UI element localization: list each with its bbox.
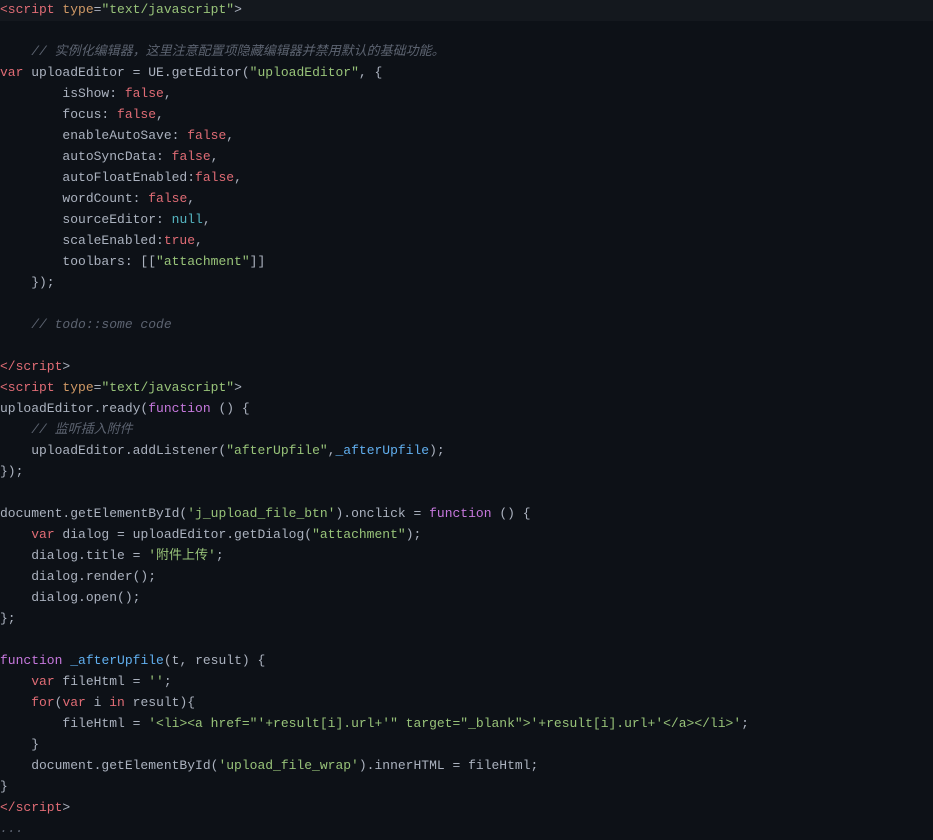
code-line: </script> [0, 357, 933, 378]
line-content: scaleEnabled:true, [0, 231, 925, 252]
code-line: ... [0, 819, 933, 840]
code-line: scaleEnabled:true, [0, 231, 933, 252]
line-content: }); [0, 462, 925, 483]
code-line: autoFloatEnabled:false, [0, 168, 933, 189]
line-content: }); [0, 273, 925, 294]
code-line: uploadEditor.addListener("afterUpfile",_… [0, 441, 933, 462]
code-line: <script type="text/javascript"> [0, 0, 933, 21]
line-content: <script type="text/javascript"> [0, 0, 925, 21]
code-line: document.getElementById('j_upload_file_b… [0, 504, 933, 525]
code-line: var dialog = uploadEditor.getDialog("att… [0, 525, 933, 546]
code-line: }); [0, 462, 933, 483]
code-line: dialog.title = '附件上传'; [0, 546, 933, 567]
line-content: // todo::some code [0, 315, 925, 336]
code-line: document.getElementById('upload_file_wra… [0, 756, 933, 777]
line-content: autoFloatEnabled:false, [0, 168, 925, 189]
line-content: document.getElementById('upload_file_wra… [0, 756, 925, 777]
code-line [0, 483, 933, 504]
line-content: focus: false, [0, 105, 925, 126]
line-content: </script> [0, 357, 925, 378]
line-content: </script> [0, 798, 925, 819]
code-line: uploadEditor.ready(function () { [0, 399, 933, 420]
line-content: var dialog = uploadEditor.getDialog("att… [0, 525, 925, 546]
code-line: sourceEditor: null, [0, 210, 933, 231]
line-content: isShow: false, [0, 84, 925, 105]
line-content: sourceEditor: null, [0, 210, 925, 231]
code-line: // 实例化编辑器，这里注意配置项隐藏编辑器并禁用默认的基础功能。 [0, 42, 933, 63]
code-line [0, 630, 933, 651]
line-content [0, 483, 925, 504]
code-line: dialog.open(); [0, 588, 933, 609]
line-content: var uploadEditor = UE.getEditor("uploadE… [0, 63, 925, 84]
code-line: function _afterUpfile(t, result) { [0, 651, 933, 672]
code-line: fileHtml = '<li><a href="'+result[i].url… [0, 714, 933, 735]
line-content: function _afterUpfile(t, result) { [0, 651, 925, 672]
line-content: fileHtml = '<li><a href="'+result[i].url… [0, 714, 925, 735]
line-content: <script type="text/javascript"> [0, 378, 925, 399]
line-content: var fileHtml = ''; [0, 672, 925, 693]
line-content: for(var i in result){ [0, 693, 925, 714]
code-line: toolbars: [["attachment"]] [0, 252, 933, 273]
code-line: dialog.render(); [0, 567, 933, 588]
line-content: dialog.title = '附件上传'; [0, 546, 925, 567]
code-line: wordCount: false, [0, 189, 933, 210]
code-line: for(var i in result){ [0, 693, 933, 714]
line-content: // 实例化编辑器，这里注意配置项隐藏编辑器并禁用默认的基础功能。 [0, 42, 925, 63]
line-content: } [0, 777, 925, 798]
line-content: // 监听插入附件 [0, 420, 925, 441]
line-content: uploadEditor.addListener("afterUpfile",_… [0, 441, 925, 462]
line-content: ... [0, 819, 925, 840]
code-line: } [0, 777, 933, 798]
code-line: autoSyncData: false, [0, 147, 933, 168]
code-line [0, 336, 933, 357]
line-content: wordCount: false, [0, 189, 925, 210]
line-content: } [0, 735, 925, 756]
code-line: }; [0, 609, 933, 630]
code-line: isShow: false, [0, 84, 933, 105]
code-line: }); [0, 273, 933, 294]
code-line [0, 21, 933, 42]
code-line: focus: false, [0, 105, 933, 126]
line-content: }; [0, 609, 925, 630]
code-line: </script> [0, 798, 933, 819]
code-line [0, 294, 933, 315]
code-line: // todo::some code [0, 315, 933, 336]
code-editor: <script type="text/javascript"> // 实例化编辑… [0, 0, 933, 840]
line-content [0, 21, 925, 42]
line-content: uploadEditor.ready(function () { [0, 399, 925, 420]
code-line: var fileHtml = ''; [0, 672, 933, 693]
line-content [0, 294, 925, 315]
code-line: enableAutoSave: false, [0, 126, 933, 147]
line-content: enableAutoSave: false, [0, 126, 925, 147]
code-line: // 监听插入附件 [0, 420, 933, 441]
line-content: dialog.render(); [0, 567, 925, 588]
code-line: var uploadEditor = UE.getEditor("uploadE… [0, 63, 933, 84]
line-content: dialog.open(); [0, 588, 925, 609]
line-content: autoSyncData: false, [0, 147, 925, 168]
line-content: document.getElementById('j_upload_file_b… [0, 504, 925, 525]
code-line: <script type="text/javascript"> [0, 378, 933, 399]
code-lines: <script type="text/javascript"> // 实例化编辑… [0, 0, 933, 840]
line-content [0, 336, 925, 357]
code-line: } [0, 735, 933, 756]
line-content [0, 630, 925, 651]
line-content: toolbars: [["attachment"]] [0, 252, 925, 273]
